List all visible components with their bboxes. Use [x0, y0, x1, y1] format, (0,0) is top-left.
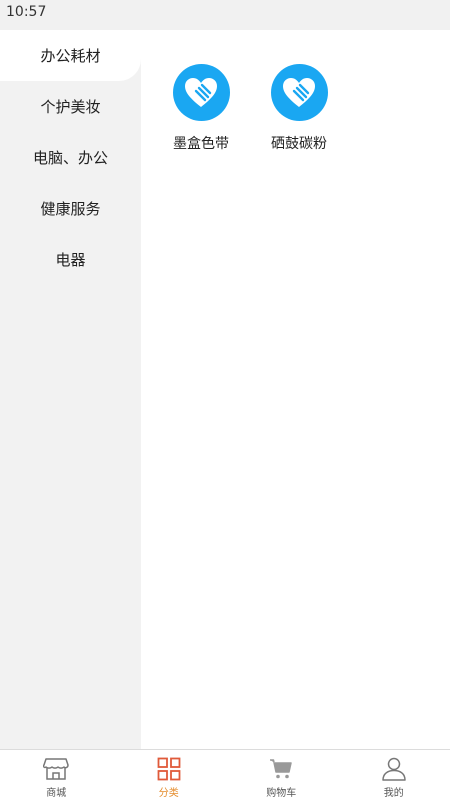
- category-card-ink-ribbon[interactable]: 墨盒色带: [161, 64, 241, 153]
- heart-hand-icon: [270, 64, 328, 121]
- sidebar-item-label: 电脑、办公: [32, 149, 108, 167]
- sidebar-item-appliances[interactable]: 电器: [0, 234, 141, 285]
- tab-category[interactable]: 分类: [113, 750, 226, 800]
- sidebar-item-health-services[interactable]: 健康服务: [0, 183, 141, 234]
- tab-mine[interactable]: 我的: [338, 750, 450, 800]
- tab-label: 商城: [46, 788, 67, 799]
- sidebar-item-label: 个护美妆: [40, 98, 101, 116]
- cart-icon: [268, 756, 294, 782]
- tab-label: 分类: [158, 788, 179, 799]
- grid-icon: [156, 756, 182, 782]
- tab-store[interactable]: 商城: [0, 750, 113, 800]
- sidebar-item-office-supplies[interactable]: 办公耗材: [0, 30, 141, 81]
- sidebar-item-label: 办公耗材: [40, 47, 101, 65]
- status-bar: 10:57: [0, 0, 450, 30]
- user-icon: [381, 756, 407, 782]
- bottom-tab-bar: 商城 分类 购物车 我的: [0, 749, 450, 800]
- category-label: 墨盒色带: [173, 136, 229, 152]
- status-time: 10:57: [6, 4, 47, 20]
- tab-label: 我的: [383, 788, 404, 799]
- category-content: 墨盒色带 硒鼓碳粉: [141, 30, 450, 750]
- tab-label: 购物车: [266, 788, 297, 799]
- sidebar-item-label: 电器: [55, 251, 86, 269]
- category-label: 硒鼓碳粉: [271, 136, 327, 152]
- heart-hand-icon: [172, 64, 230, 121]
- sidebar-item-personal-care[interactable]: 个护美妆: [0, 81, 141, 132]
- sidebar-item-computer-office[interactable]: 电脑、办公: [0, 132, 141, 183]
- category-sidebar: 办公耗材 个护美妆 电脑、办公 健康服务 电器: [0, 30, 141, 750]
- store-icon: [43, 756, 69, 782]
- sidebar-item-label: 健康服务: [40, 200, 101, 218]
- category-card-toner[interactable]: 硒鼓碳粉: [259, 64, 339, 153]
- tab-cart[interactable]: 购物车: [225, 750, 338, 800]
